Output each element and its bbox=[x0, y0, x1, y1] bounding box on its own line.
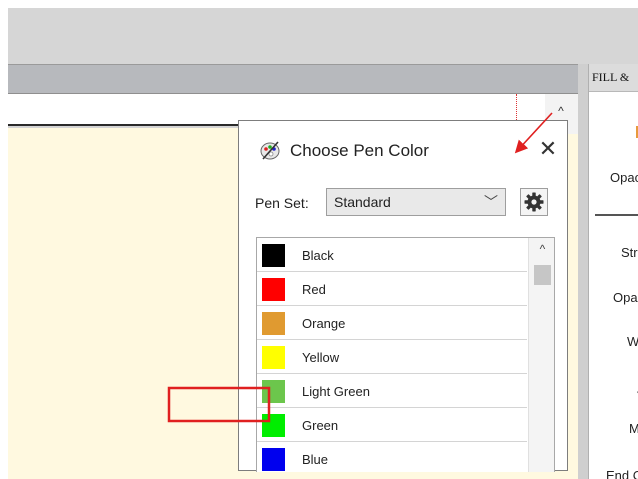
opacity-label: Opac bbox=[610, 170, 638, 185]
list-item[interactable]: Blue bbox=[257, 442, 527, 472]
list-item[interactable]: Red bbox=[257, 272, 527, 306]
pen-name: Yellow bbox=[302, 350, 340, 365]
miter-label: Mit bbox=[629, 421, 638, 436]
end-cap-label: End C bbox=[606, 468, 638, 479]
pen-set-label: Pen Set: bbox=[255, 195, 309, 211]
color-swatch bbox=[262, 312, 285, 335]
fill-stroke-panel: FILL & Opac Stro Opac Wic Jo Mit End C bbox=[588, 64, 638, 479]
panel-splitter[interactable] bbox=[578, 64, 588, 479]
stroke-label: Stro bbox=[621, 245, 638, 260]
list-item[interactable]: Black bbox=[257, 238, 527, 272]
pen-name: Red bbox=[302, 282, 326, 297]
color-swatch bbox=[262, 346, 285, 369]
pen-color-list[interactable]: Black Red Orange Yellow Light Green Gree… bbox=[256, 237, 555, 472]
list-item[interactable]: Green bbox=[257, 408, 527, 442]
choose-pen-color-dialog: Choose Pen Color ✕ Pen Set: Standard ﹀ B… bbox=[238, 120, 568, 472]
list-item[interactable]: Light Green bbox=[257, 374, 527, 408]
pen-set-value: Standard bbox=[334, 194, 391, 210]
color-swatch bbox=[262, 448, 285, 471]
pen-name: Green bbox=[302, 418, 339, 433]
stroke-opacity-label: Opac bbox=[613, 290, 638, 305]
scrollbar-thumb[interactable] bbox=[534, 265, 551, 285]
list-item[interactable]: Yellow bbox=[257, 340, 527, 374]
list-item[interactable]: Orange bbox=[257, 306, 527, 340]
panel-header-label: FILL & bbox=[592, 70, 630, 84]
canvas-tab-bar bbox=[8, 64, 578, 94]
pen-color-palette-icon bbox=[259, 139, 281, 161]
chevron-down-icon: ﹀ bbox=[484, 194, 498, 210]
toolbar-area bbox=[8, 8, 638, 64]
list-scrollbar[interactable]: ^ bbox=[528, 238, 554, 472]
pen-set-dropdown[interactable]: Standard ﹀ bbox=[326, 188, 506, 216]
pen-set-settings-button[interactable] bbox=[520, 188, 548, 216]
color-swatch bbox=[262, 380, 285, 403]
gear-icon bbox=[524, 192, 544, 212]
width-label: Wic bbox=[627, 334, 638, 349]
divider bbox=[595, 214, 638, 216]
dialog-title: Choose Pen Color bbox=[290, 141, 429, 160]
color-swatch bbox=[262, 414, 285, 437]
chevron-up-icon[interactable]: ^ bbox=[529, 240, 554, 258]
color-swatch bbox=[262, 278, 285, 301]
pen-name: Black bbox=[302, 248, 334, 263]
pen-name: Light Green bbox=[302, 384, 370, 399]
close-icon[interactable]: ✕ bbox=[533, 134, 563, 164]
pen-name: Orange bbox=[302, 316, 346, 331]
panel-header[interactable]: FILL & bbox=[589, 64, 638, 92]
pen-name: Blue bbox=[302, 452, 329, 467]
chevron-up-icon[interactable]: ^ bbox=[551, 104, 571, 118]
color-swatch bbox=[262, 244, 285, 267]
